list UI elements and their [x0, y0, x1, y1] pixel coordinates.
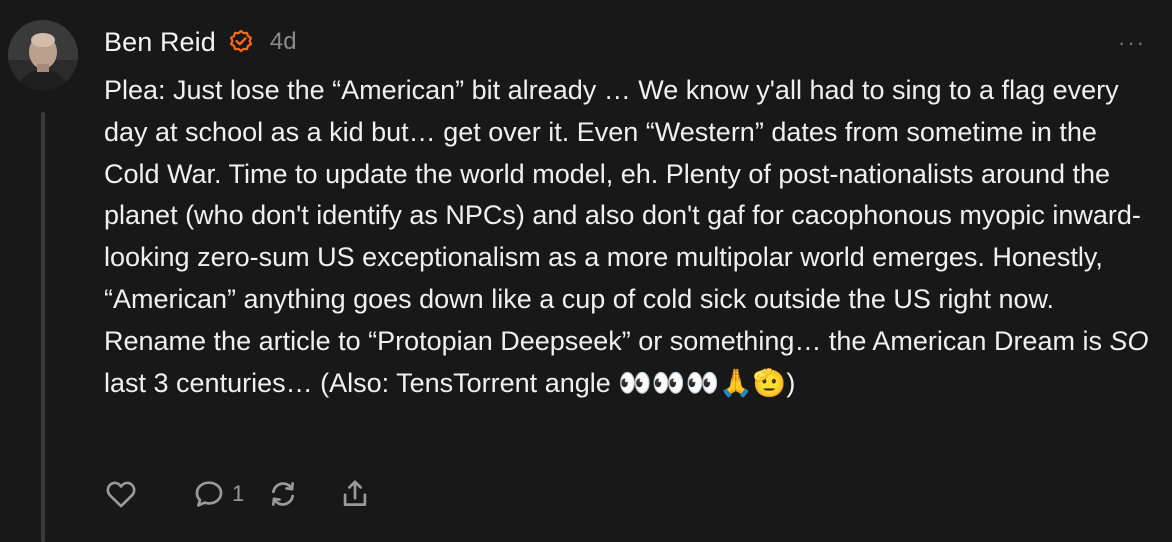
ellipsis-icon: ··· [1118, 30, 1146, 55]
restack-button[interactable] [266, 477, 300, 511]
share-icon [343, 480, 367, 506]
restack-icon [272, 482, 295, 506]
comment-body-text-end: last 3 centuries… (Also: TensTorrent ang… [104, 367, 796, 398]
comment-body-text: Plea: Just lose the “American” bit alrea… [104, 75, 1141, 356]
reply-count: 1 [232, 481, 245, 506]
verified-check-icon [228, 29, 254, 55]
avatar-image [8, 20, 78, 90]
comment: Ben Reid 4d ··· Plea: Just lose the “Ame… [0, 0, 1172, 542]
more-options-button[interactable]: ··· [1118, 30, 1146, 56]
comment-actions: 1 [104, 474, 372, 514]
thread-line[interactable] [41, 112, 45, 542]
heart-icon [106, 481, 136, 508]
comment-header: Ben Reid 4d [104, 24, 297, 60]
avatar[interactable] [8, 20, 78, 90]
speech-bubble-icon [195, 481, 223, 507]
share-button[interactable] [338, 477, 372, 511]
like-button[interactable] [104, 477, 138, 511]
comment-body-emphasis: SO [1109, 325, 1149, 356]
comment-body: Plea: Just lose the “American” bit alrea… [104, 70, 1154, 404]
timestamp[interactable]: 4d [270, 28, 297, 56]
reply-button[interactable]: 1 [192, 477, 244, 511]
author-name[interactable]: Ben Reid [104, 27, 216, 58]
